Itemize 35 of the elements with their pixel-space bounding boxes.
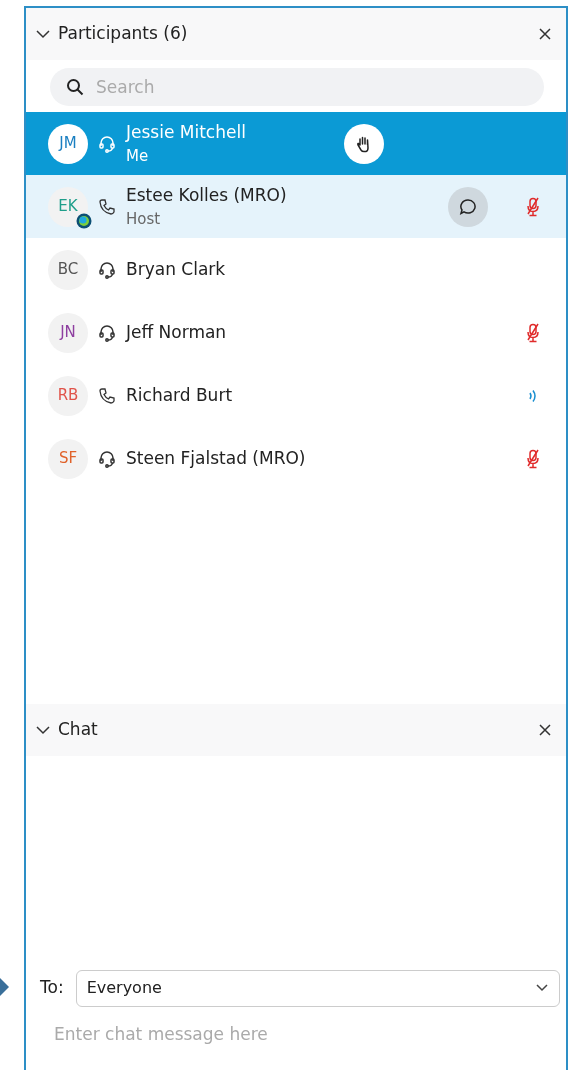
- participant-name: Estee Kolles (MRO): [126, 183, 288, 207]
- speech-bubble-icon: [459, 197, 477, 216]
- participant-name: Steen Fjalstad (MRO): [126, 446, 307, 470]
- caret-icon: [535, 983, 549, 993]
- participant-role: Me: [126, 146, 150, 167]
- participant-role: Host: [126, 209, 162, 230]
- chevron-icon[interactable]: [36, 27, 50, 41]
- recipient-dropdown[interactable]: Everyone: [75, 969, 560, 1007]
- avatar-initials: SF: [58, 448, 78, 470]
- participant-row[interactable]: JM Jessie Mitchell Me: [26, 112, 566, 175]
- search-icon: [66, 78, 84, 96]
- participant-name: Jeff Norman: [126, 320, 228, 344]
- close-icon: [538, 27, 552, 41]
- avatar-initials: BC: [57, 259, 79, 281]
- message-field[interactable]: Enter chat message here: [52, 1020, 275, 1048]
- arrow-icon: [0, 976, 10, 998]
- avatar-initials: RB: [57, 385, 79, 407]
- participant-name: Richard Burt: [126, 383, 234, 407]
- search-field[interactable]: Search: [50, 68, 544, 106]
- participant-row[interactable]: BC Bryan Clark: [26, 238, 566, 301]
- participant-row[interactable]: RB Richard Burt: [26, 364, 566, 427]
- raised-hand-button[interactable]: [344, 123, 384, 164]
- panel-title: Chat: [58, 718, 99, 741]
- participant-row[interactable]: EK Estee Kolles (MRO) Host: [26, 175, 566, 238]
- close-icon: [538, 722, 552, 737]
- panel-title: Participants (6): [58, 22, 189, 46]
- participant-name: Jessie Mitchell: [126, 120, 247, 144]
- participant-name: Bryan Clark: [126, 257, 227, 281]
- avatar-initials: EK: [58, 196, 78, 218]
- chat-button[interactable]: [448, 186, 488, 227]
- avatar-initials: JM: [59, 133, 77, 155]
- avatar-initials: JN: [60, 322, 76, 344]
- participant-row[interactable]: SF Steen Fjalstad (MRO): [26, 427, 566, 490]
- participant-row[interactable]: JN Jeff Norman: [26, 301, 566, 364]
- to-label: To:: [40, 976, 64, 1000]
